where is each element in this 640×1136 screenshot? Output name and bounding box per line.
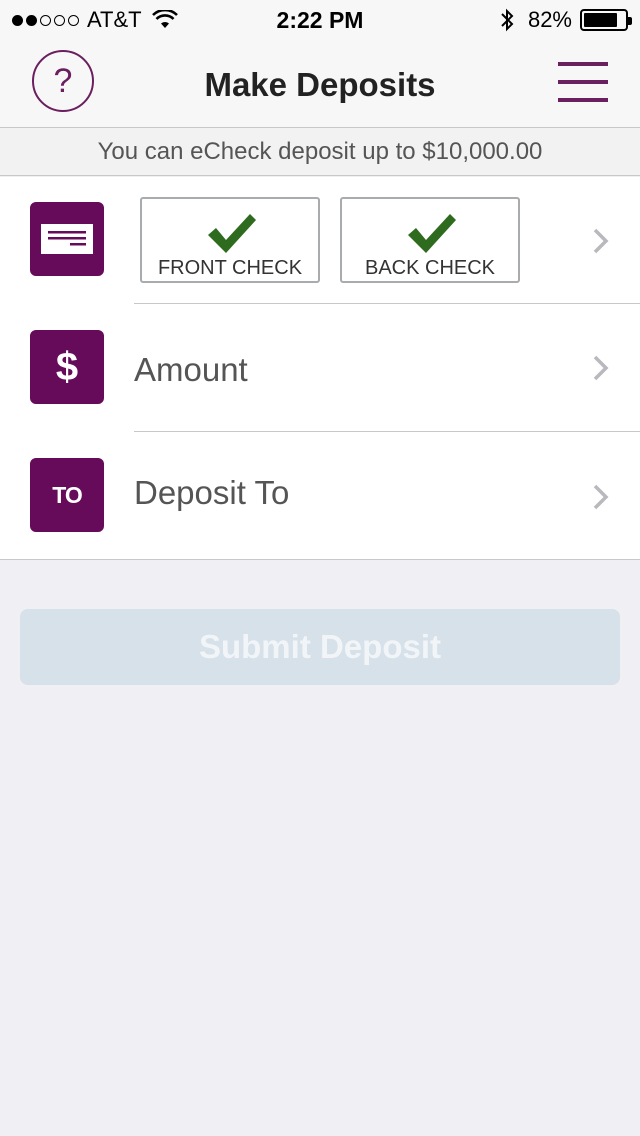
back-check-label: BACK CHECK <box>364 257 496 279</box>
deposit-limit-notice: You can eCheck deposit up to $10,000.00 <box>0 128 640 176</box>
bluetooth-icon <box>501 8 514 32</box>
chevron-right-icon <box>593 355 609 381</box>
deposit-to-row[interactable]: TO Deposit To <box>0 432 640 560</box>
back-check-button[interactable]: BACK CHECK <box>340 197 520 283</box>
battery-percentage: 82% <box>527 7 572 32</box>
status-right: 82% <box>500 7 632 33</box>
check-images-row[interactable]: FRONT CHECK BACK CHECK <box>0 177 640 304</box>
battery-level-fill <box>584 13 617 27</box>
check-icon <box>30 202 104 276</box>
chevron-right-icon <box>593 484 609 510</box>
front-check-button[interactable]: FRONT CHECK <box>140 197 320 283</box>
battery-icon <box>580 9 632 31</box>
deposit-to-icon: TO <box>30 458 104 532</box>
amount-label: Amount <box>134 351 248 388</box>
navigation-bar: ? Make Deposits <box>0 40 640 128</box>
amount-row[interactable]: $ Amount <box>0 304 640 432</box>
deposit-form-list: FRONT CHECK BACK CHECK $ Amount TO Depos… <box>0 177 640 560</box>
front-checkmark-icon <box>208 214 256 253</box>
deposit-to-label: Deposit To <box>134 474 290 511</box>
submit-deposit-button[interactable]: Submit Deposit <box>20 609 620 685</box>
dollar-icon: $ <box>30 330 104 404</box>
page-title: Make Deposits <box>204 66 436 103</box>
status-bar: AT&T 2:22 PM 82% <box>0 0 640 40</box>
chevron-right-icon <box>593 228 609 254</box>
back-checkmark-icon <box>408 214 456 253</box>
front-check-label: FRONT CHECK <box>157 257 303 279</box>
hamburger-menu-icon[interactable] <box>558 62 608 102</box>
